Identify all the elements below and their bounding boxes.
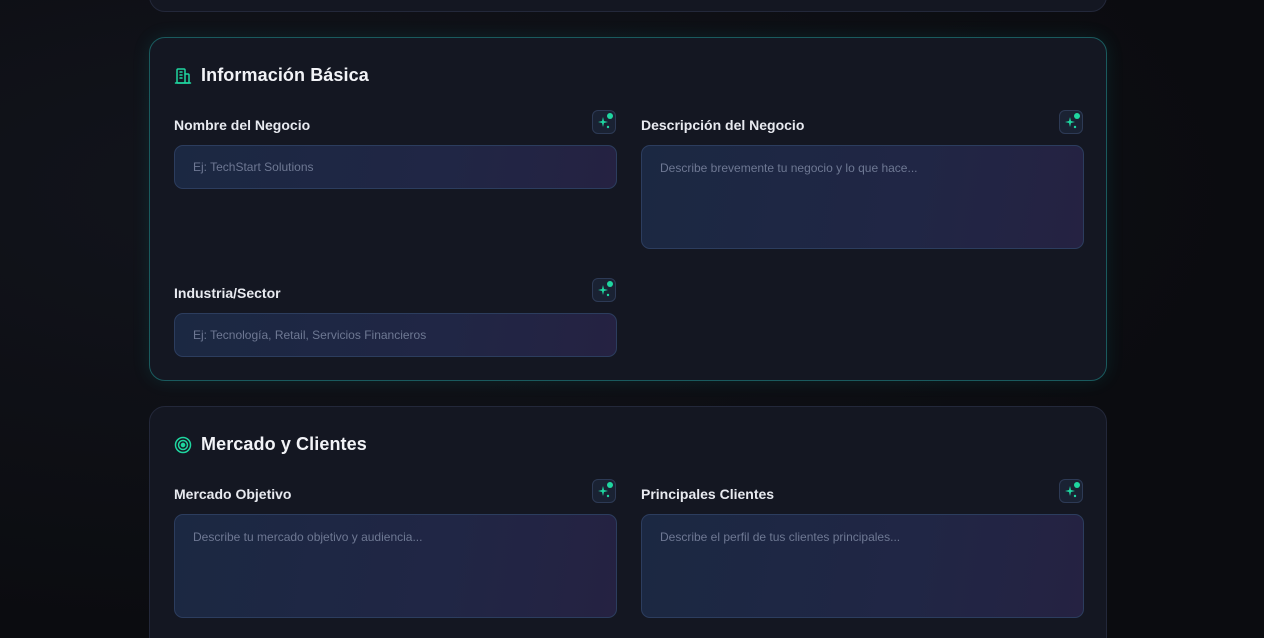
ai-suggest-button[interactable] [592, 479, 616, 503]
basic-info-section: Información Básica Nombre del Negocio De… [149, 37, 1107, 381]
business-description-label: Descripción del Negocio [641, 117, 805, 133]
ai-status-dot [607, 482, 613, 488]
business-name-input[interactable] [174, 145, 617, 189]
ai-status-dot [607, 113, 613, 119]
ai-status-dot [1074, 482, 1080, 488]
ai-suggest-button[interactable] [592, 110, 616, 134]
target-icon [174, 436, 192, 454]
main-clients-label: Principales Clientes [641, 486, 775, 502]
ai-suggest-button[interactable] [1059, 110, 1083, 134]
ai-suggest-button[interactable] [592, 278, 616, 302]
section-header: Mercado y Clientes [174, 434, 367, 455]
building-icon [174, 67, 192, 85]
business-name-label: Nombre del Negocio [174, 117, 311, 133]
section-header: Información Básica [174, 65, 369, 86]
market-clients-section: Mercado y Clientes Mercado Objetivo Prin… [149, 406, 1107, 638]
ai-suggest-button[interactable] [1059, 479, 1083, 503]
ai-status-dot [1074, 113, 1080, 119]
target-market-label: Mercado Objetivo [174, 486, 292, 502]
previous-section-card [149, 0, 1107, 12]
ai-status-dot [607, 281, 613, 287]
industry-input[interactable] [174, 313, 617, 357]
main-clients-textarea[interactable] [641, 514, 1084, 618]
section-title: Información Básica [201, 65, 369, 85]
business-description-textarea[interactable] [641, 145, 1084, 249]
industry-label: Industria/Sector [174, 285, 281, 301]
target-market-textarea[interactable] [174, 514, 617, 618]
section-title: Mercado y Clientes [201, 434, 367, 454]
